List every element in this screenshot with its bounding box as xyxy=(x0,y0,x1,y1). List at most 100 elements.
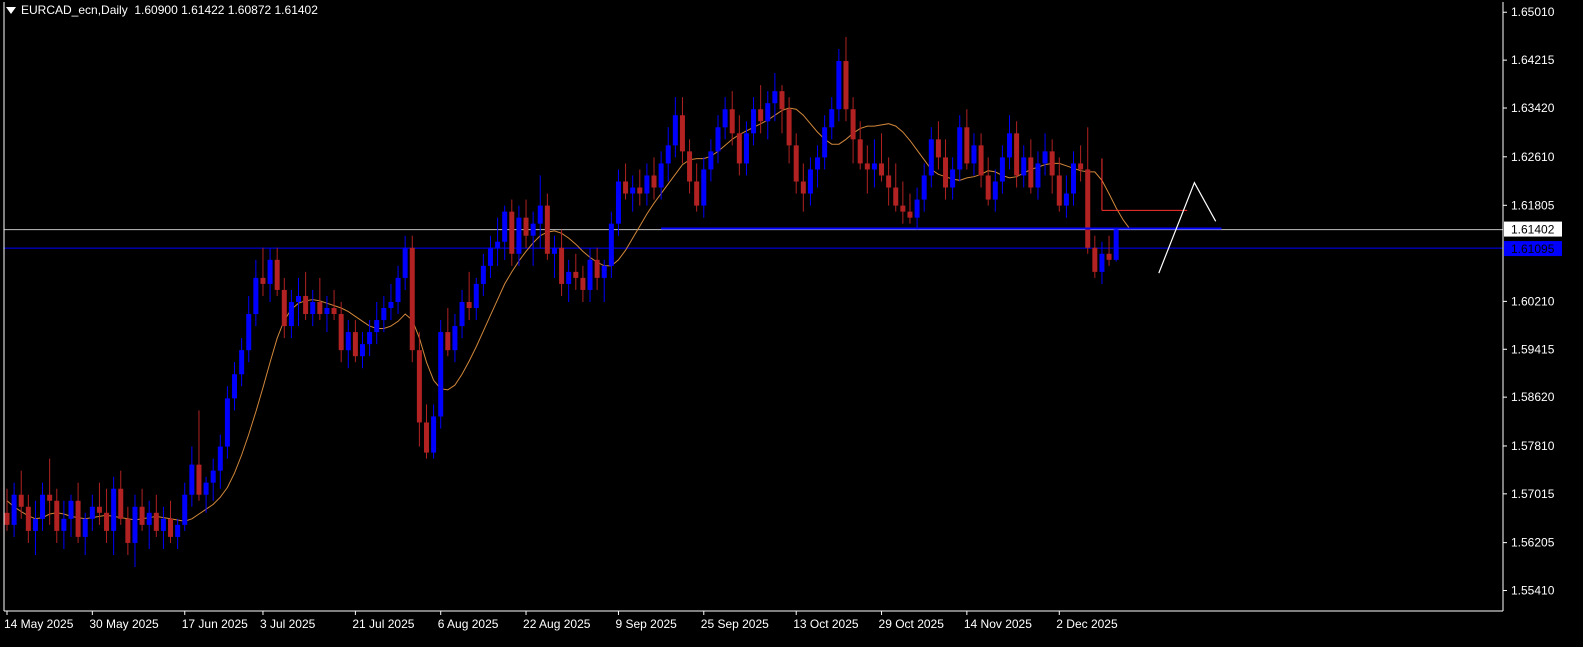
candle-body xyxy=(857,139,863,164)
candle-body xyxy=(630,187,636,194)
candle-body xyxy=(530,223,536,236)
candle-body xyxy=(1106,253,1112,260)
candle-body xyxy=(729,109,735,134)
y-tick-label: 1.57015 xyxy=(1511,487,1555,501)
y-tick-label: 1.62610 xyxy=(1511,150,1555,164)
candle-body xyxy=(253,277,259,315)
candle-body xyxy=(992,181,998,200)
plot-background xyxy=(0,0,1583,642)
candle-body xyxy=(1007,133,1013,158)
candle-body xyxy=(1056,175,1062,206)
candle-body xyxy=(701,169,707,206)
x-tick-label: 9 Sep 2025 xyxy=(615,617,677,631)
y-tick-label: 1.64215 xyxy=(1511,53,1555,67)
candle-body xyxy=(871,163,877,170)
candle-body xyxy=(1014,133,1020,176)
candle-body xyxy=(985,175,991,200)
candle-body xyxy=(964,127,970,164)
chart-area: 1.65010 1.64215 1.63420 1.62610 1.61805 1.602… xyxy=(0,0,1583,642)
candle-body xyxy=(32,518,38,531)
candle-body xyxy=(971,145,977,164)
candle-body xyxy=(224,398,230,447)
candle-body xyxy=(459,301,465,327)
candle-body xyxy=(352,332,358,357)
candle-body xyxy=(288,301,294,327)
candle-body xyxy=(1078,163,1084,170)
candle-body xyxy=(615,181,621,224)
candle-body xyxy=(487,247,493,266)
candle-body xyxy=(423,422,429,453)
chart-header: EURCAD_ecn,Daily 1.60900 1.61422 1.60872… xyxy=(6,3,318,17)
candle-body xyxy=(175,524,181,537)
candle-body xyxy=(296,295,302,302)
level-price-tag: 1.61095 xyxy=(1511,242,1555,256)
candle-body xyxy=(822,127,828,158)
candle-body xyxy=(921,175,927,200)
candle-body xyxy=(594,259,600,278)
candle-body xyxy=(566,271,572,284)
candle-body xyxy=(957,127,963,170)
candle-body xyxy=(495,241,501,248)
candle-body xyxy=(573,271,579,278)
candle-body xyxy=(381,308,387,321)
candle-body xyxy=(743,133,749,164)
candle-body xyxy=(1071,163,1076,194)
candle-body xyxy=(217,446,223,471)
candle-body xyxy=(267,259,273,284)
symbol-label: EURCAD_ecn,Daily xyxy=(21,3,128,17)
candle-body xyxy=(210,470,216,483)
candle-body xyxy=(900,205,906,212)
candle-body xyxy=(260,277,266,284)
candle-body xyxy=(758,109,764,122)
candle-body xyxy=(18,494,24,507)
candle-body xyxy=(608,223,614,266)
candle-body xyxy=(914,199,920,218)
candle-body xyxy=(89,506,95,519)
candle-body xyxy=(40,494,46,519)
candle-body xyxy=(644,175,650,194)
current-price-tag: 1.61402 xyxy=(1511,223,1555,237)
candle-body xyxy=(438,332,444,417)
y-tick-label: 1.60210 xyxy=(1511,294,1555,308)
candle-body xyxy=(274,259,280,290)
candle-body xyxy=(978,145,984,176)
candle-body xyxy=(182,494,188,525)
x-tick-label: 22 Aug 2025 xyxy=(523,617,591,631)
candle-body xyxy=(239,350,245,375)
candle-body xyxy=(324,308,330,315)
candle-body xyxy=(829,109,835,128)
candle-body xyxy=(153,512,159,531)
candle-body xyxy=(111,488,117,531)
y-tick-label: 1.61805 xyxy=(1511,198,1555,212)
candle-body xyxy=(1099,253,1105,272)
candle-body xyxy=(480,265,486,284)
candle-body xyxy=(736,133,742,164)
candle-body xyxy=(722,109,728,128)
candle-body xyxy=(196,464,202,495)
candle-body xyxy=(61,518,67,531)
candle-body xyxy=(452,326,458,351)
candle-body xyxy=(374,320,380,333)
candle-body xyxy=(907,211,913,218)
candle-body xyxy=(96,506,102,513)
candle-body xyxy=(551,247,557,254)
candle-body xyxy=(950,169,956,188)
y-tick-label: 1.58620 xyxy=(1511,390,1555,404)
candle-body xyxy=(1049,151,1055,176)
candle-body xyxy=(303,295,309,315)
candle-body xyxy=(104,512,110,531)
candle-body xyxy=(68,500,74,519)
candle-body xyxy=(1035,163,1041,188)
candle-body xyxy=(779,91,785,110)
x-tick-label: 2 Dec 2025 xyxy=(1056,617,1118,631)
candle-body xyxy=(544,205,550,254)
candle-body xyxy=(331,308,337,315)
candle-body xyxy=(893,187,899,206)
x-tick-label: 14 Nov 2025 xyxy=(964,617,1032,631)
dropdown-triangle-icon[interactable] xyxy=(6,7,16,15)
candle-body xyxy=(360,344,365,357)
x-tick-label: 30 May 2025 xyxy=(89,617,159,631)
candle-body xyxy=(189,464,195,495)
candle-body xyxy=(502,211,508,242)
y-tick-label: 1.59415 xyxy=(1511,342,1555,356)
